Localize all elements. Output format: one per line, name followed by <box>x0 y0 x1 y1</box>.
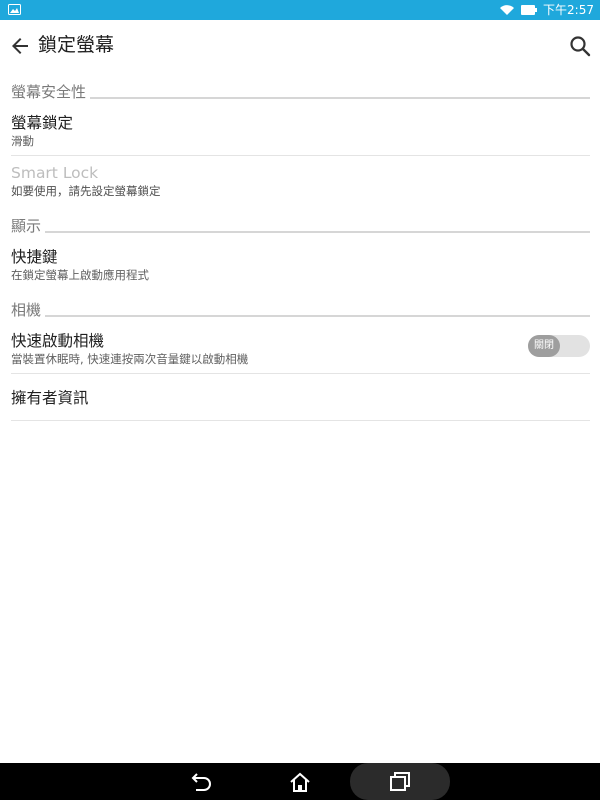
status-bar: 下午2:57 <box>0 0 600 20</box>
section-header-screen-security: 螢幕安全性 <box>0 72 600 106</box>
pref-title: 快捷鍵 <box>11 248 58 266</box>
nav-back-button[interactable] <box>180 763 224 800</box>
pref-title: 快速啟動相機 <box>11 332 105 350</box>
nav-recent-button[interactable] <box>350 763 450 800</box>
section-header-camera: 相機 <box>0 290 600 324</box>
nav-home-button[interactable] <box>278 763 322 800</box>
recent-apps-icon <box>390 772 410 791</box>
item-divider <box>11 420 590 421</box>
pref-title: Smart Lock <box>11 164 99 182</box>
pref-summary: 在鎖定螢幕上啟動應用程式 <box>11 268 149 282</box>
home-nav-icon <box>290 772 310 792</box>
section-header-label: 螢幕安全性 <box>11 82 91 102</box>
section-divider <box>11 231 590 233</box>
settings-list: 螢幕安全性 螢幕鎖定 滑動 Smart Lock 如要使用，請先設定螢幕鎖定 顯… <box>0 72 600 421</box>
navigation-bar <box>0 763 600 800</box>
wifi-icon <box>500 5 515 15</box>
page-title: 鎖定螢幕 <box>38 34 115 56</box>
search-icon[interactable] <box>568 34 592 58</box>
pref-title: 擁有者資訊 <box>11 389 89 407</box>
section-header-display: 顯示 <box>0 206 600 240</box>
pref-quick-launch-camera[interactable]: 快速啟動相機 當裝置休眠時, 快速連按兩次音量鍵以啟動相機 關閉 <box>0 324 600 374</box>
quick-launch-camera-toggle[interactable]: 關閉 <box>528 335 590 357</box>
pref-summary: 當裝置休眠時, 快速連按兩次音量鍵以啟動相機 <box>11 352 249 366</box>
pref-summary: 如要使用，請先設定螢幕鎖定 <box>11 184 161 198</box>
toggle-knob: 關閉 <box>528 335 560 357</box>
back-arrow-icon[interactable] <box>8 34 32 58</box>
section-divider <box>11 315 590 317</box>
status-time: 下午2:57 <box>543 3 594 17</box>
back-nav-icon <box>191 772 211 791</box>
gallery-notification-icon <box>8 4 21 15</box>
pref-owner-info[interactable]: 擁有者資訊 <box>0 374 600 421</box>
pref-summary: 滑動 <box>11 134 34 148</box>
app-bar: 鎖定螢幕 <box>0 20 600 72</box>
pref-smart-lock[interactable]: Smart Lock 如要使用，請先設定螢幕鎖定 <box>0 156 600 206</box>
section-divider <box>11 97 590 99</box>
section-header-label: 顯示 <box>11 216 46 236</box>
pref-screen-lock[interactable]: 螢幕鎖定 滑動 <box>0 106 600 156</box>
section-header-label: 相機 <box>11 300 46 320</box>
battery-icon <box>521 5 538 15</box>
pref-shortcut-keys[interactable]: 快捷鍵 在鎖定螢幕上啟動應用程式 <box>0 240 600 290</box>
pref-title: 螢幕鎖定 <box>11 114 74 132</box>
